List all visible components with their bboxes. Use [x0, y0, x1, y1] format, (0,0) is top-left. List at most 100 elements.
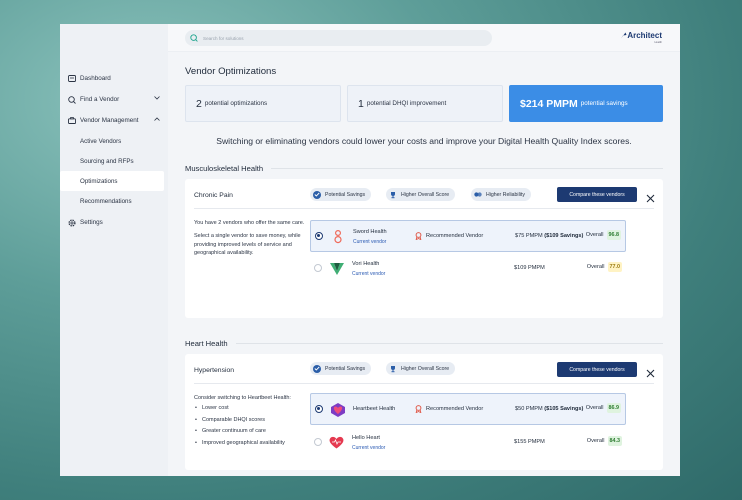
award-icon [415, 405, 422, 413]
vendor-row-heartbeet-health[interactable]: Heartbeet Health Recommended Vendor $50 … [310, 393, 626, 425]
vendor-row-hello-heart[interactable]: Hello Heart Current vendor $155 PMPM Ove… [310, 427, 626, 459]
close-icon[interactable] [646, 190, 655, 203]
sidebar-item-label: Dashboard [80, 75, 111, 82]
card-divider [194, 208, 654, 209]
overall-label: Overall [586, 438, 605, 444]
sidebar-item-recommendations[interactable]: Recommendations [60, 191, 168, 211]
overall-score: Overall 77.0 [587, 262, 622, 272]
chevron-down-icon[interactable] [154, 95, 160, 102]
sidebar: Dashboard Find a Vendor Vendor Managemen… [60, 24, 168, 476]
sidebar-item-active-vendors[interactable]: Active Vendors [60, 131, 168, 151]
close-icon[interactable] [646, 365, 655, 378]
overall-score: Overall 84.3 [587, 436, 622, 446]
heartbeet-health-logo [329, 401, 346, 418]
score-badge: 84.3 [607, 436, 622, 446]
search-icon [190, 34, 198, 42]
card-description: You have 2 vendors who offer the same ca… [194, 219, 306, 263]
desc-paragraph: Select a single vendor to save money, wh… [194, 233, 301, 257]
compare-vendors-button[interactable]: Compare these vendors [557, 362, 637, 377]
logo-sub: Health [654, 41, 663, 44]
vendor-price: $75 PMPM ($109 Savings) [515, 233, 583, 239]
app-window: Dashboard Find a Vendor Vendor Managemen… [60, 24, 680, 476]
vendor-name: Heartbeet Health [353, 406, 396, 412]
vendor-radio[interactable] [315, 232, 323, 240]
card-divider [194, 383, 654, 384]
stat-dhqi-improvement: 1 potential DHQI improvement [347, 85, 503, 122]
check-icon [313, 190, 321, 199]
card-title: Hypertension [194, 367, 235, 374]
search-input[interactable]: Search for solutions [185, 30, 492, 46]
vendor-price: $155 PMPM [514, 439, 545, 445]
trophy-icon [389, 191, 397, 199]
search-placeholder: Search for solutions [203, 35, 244, 41]
logo: Architect Health [620, 31, 662, 44]
gear-icon [67, 218, 76, 227]
vendor-name: Sword Health [353, 229, 387, 235]
stat-potential-savings: $214 PMPM potential savings [509, 85, 663, 122]
overall-label: Overall [585, 405, 604, 411]
reliability-icon [474, 191, 482, 199]
list-item: Lower cost [194, 403, 306, 415]
vendor-radio[interactable] [314, 264, 322, 272]
optimization-card-chronic-pain: Chronic Pain Potential Savings Higher Ov… [185, 179, 663, 318]
sidebar-item-optimizations[interactable]: Optimizations [60, 171, 164, 191]
stat-label: potential DHQI improvement [366, 100, 447, 107]
sword-health-logo [329, 228, 346, 245]
savings-value: ($105 Savings) [544, 406, 584, 412]
sidebar-item-settings[interactable]: Settings [60, 212, 168, 233]
trophy-icon [389, 365, 397, 373]
hello-heart-logo [328, 434, 345, 451]
section-heading-text: Musculoskeletal Health [185, 164, 264, 173]
vendor-name: Hello Heart [352, 435, 380, 441]
page-title: Vendor Optimizations [185, 66, 277, 77]
list-item: Improved geographical availability [194, 438, 306, 450]
vendor-row-sword-health[interactable]: Sword Health Current vendor Recommended … [310, 220, 626, 252]
stat-value: 1 [358, 97, 364, 110]
briefcase-icon [67, 116, 76, 125]
section-heading-heart-health: Heart Health [185, 339, 663, 348]
vendor-radio[interactable] [315, 405, 323, 413]
chip-label: Potential Savings [325, 365, 366, 372]
main-area: Search for solutions Architect Health Ve… [168, 24, 680, 476]
vendor-name: Vori Health [352, 261, 380, 267]
savings-value: ($109 Savings) [544, 233, 584, 239]
vendor-radio[interactable] [314, 438, 322, 446]
current-vendor-label: Current vendor [353, 239, 387, 245]
sidebar-item-label: Find a Vendor [80, 96, 120, 103]
sidebar-item-vendor-management[interactable]: Vendor Management [60, 110, 168, 131]
recommended-label: Recommended Vendor [426, 406, 484, 412]
logo-text: Architect [627, 31, 662, 40]
chip-label: Potential Savings [325, 191, 366, 198]
card-title: Chronic Pain [194, 192, 233, 199]
optimization-card-hypertension: Hypertension Potential Savings Higher Ov… [185, 354, 663, 470]
vendor-price: $50 PMPM ($105 Savings) [515, 406, 583, 412]
chip-label: Higher Overall Score [401, 365, 450, 372]
current-vendor-label: Current vendor [352, 445, 386, 451]
chip-higher-overall-score: Higher Overall Score [386, 362, 456, 375]
stat-label: potential optimizations [204, 100, 268, 107]
score-badge: 77.0 [607, 262, 622, 272]
chip-higher-reliability: Higher Reliability [471, 188, 531, 201]
stat-value: $214 PMPM [520, 97, 578, 110]
price-value: $155 PMPM [514, 439, 545, 445]
chip-potential-savings: Potential Savings [310, 188, 372, 201]
score-badge: 86.9 [606, 403, 621, 413]
vendor-row-vori-health[interactable]: Vori Health Current vendor $109 PMPM Ove… [310, 253, 626, 285]
price-value: $75 PMPM [515, 233, 543, 239]
compare-vendors-button[interactable]: Compare these vendors [557, 187, 637, 202]
sidebar-item-sourcing-rfps[interactable]: Sourcing and RFPs [60, 151, 168, 171]
price-value: $109 PMPM [514, 265, 545, 271]
sidebar-item-find-vendor[interactable]: Find a Vendor [60, 89, 168, 110]
score-badge: 96.8 [606, 230, 621, 240]
recommended-badge: Recommended Vendor [415, 405, 483, 413]
list-item: Comparable DHQI scores [194, 415, 306, 427]
list-item: Greater continuum of care [194, 426, 306, 438]
recommended-label: Recommended Vendor [426, 233, 484, 239]
overall-label: Overall [586, 264, 605, 270]
sidebar-item-dashboard[interactable]: Dashboard [60, 68, 168, 89]
overall-label: Overall [585, 232, 604, 238]
vendor-price: $109 PMPM [514, 265, 545, 271]
topbar: Search for solutions Architect Health [168, 24, 680, 52]
chevron-up-icon[interactable] [154, 116, 160, 123]
dashboard-icon [67, 74, 76, 83]
